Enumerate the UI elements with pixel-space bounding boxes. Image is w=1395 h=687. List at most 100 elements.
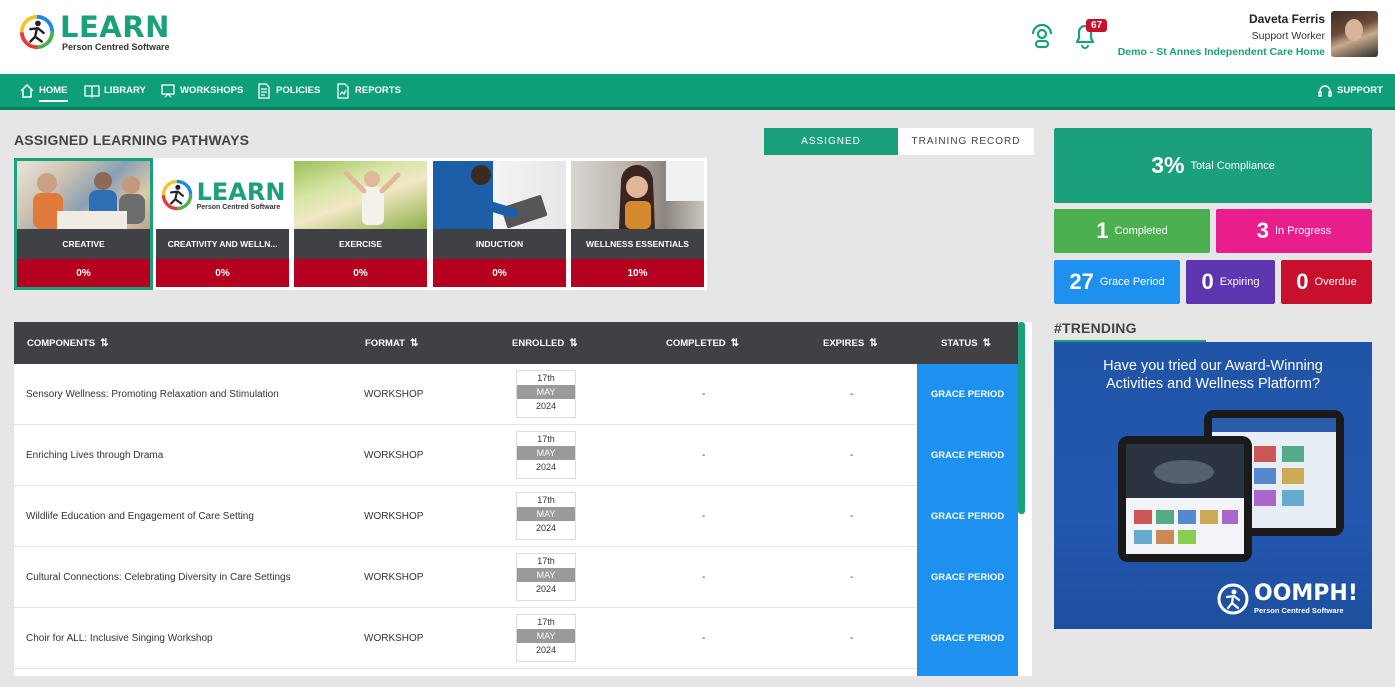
component-format: WORKSHOP xyxy=(364,450,424,461)
sort-icon: ⇅ xyxy=(100,337,109,349)
card-logo-title: LEARN xyxy=(196,177,286,206)
tablet-mockup-image xyxy=(1118,410,1344,562)
in-progress-tile[interactable]: 3 In Progress xyxy=(1216,209,1372,253)
component-name[interactable]: Wildlife Education and Engagement of Car… xyxy=(26,486,254,547)
sort-icon: ⇅ xyxy=(569,337,578,349)
expiring-tile[interactable]: 0 Expiring xyxy=(1186,260,1275,304)
pathway-cards: CREATIVE 0% LEARN Person Centred Softwar… xyxy=(14,158,707,290)
tab-assigned[interactable]: ASSIGNED xyxy=(764,128,898,155)
th-completed[interactable]: COMPLETED ⇅ xyxy=(666,322,739,364)
presentation-icon xyxy=(161,83,175,97)
overdue-tile[interactable]: 0 Overdue xyxy=(1281,260,1372,304)
completed-value: - xyxy=(702,633,706,644)
expiring-label: Expiring xyxy=(1219,276,1260,288)
trending-title: #TRENDING xyxy=(1054,320,1137,336)
status-badge: GRACE PERIOD xyxy=(917,425,1018,486)
expires-value: - xyxy=(850,511,854,522)
notification-badge[interactable]: 67 xyxy=(1086,19,1108,32)
sort-icon: ⇅ xyxy=(869,337,878,349)
oomph-promo-banner[interactable]: Have you tried our Award-Winning Activit… xyxy=(1054,342,1372,629)
support-agent-icon[interactable] xyxy=(1028,20,1056,50)
view-toggle: ASSIGNED TRAINING RECORD xyxy=(764,128,1034,155)
status-badge: GRACE PERIOD xyxy=(917,364,1018,425)
policy-document-icon xyxy=(258,82,270,99)
pathway-card-creativity-wellness[interactable]: LEARN Person Centred Software CREATIVITY… xyxy=(156,161,289,287)
book-icon xyxy=(84,84,100,98)
pathway-card-wellness-essentials[interactable]: WELLNESS ESSENTIALS 10% xyxy=(571,161,704,287)
th-status[interactable]: STATUS ⇅ xyxy=(941,322,991,364)
overdue-label: Overdue xyxy=(1314,276,1357,288)
sort-icon: ⇅ xyxy=(409,337,419,349)
user-name: Daveta Ferris xyxy=(1248,12,1325,26)
logo-subtitle: Person Centred Software xyxy=(62,42,170,52)
grace-period-tile[interactable]: 27 Grace Period xyxy=(1054,260,1180,304)
oomph-brand: OOMPH! xyxy=(1254,581,1358,606)
completed-value: 1 xyxy=(1096,218,1109,243)
headset-icon xyxy=(1318,84,1332,97)
pathway-label: CREATIVITY AND WELLN... xyxy=(156,229,289,259)
nav-home-label: HOME xyxy=(39,85,68,96)
nav-reports[interactable]: REPORTS xyxy=(335,74,401,107)
learn-logo[interactable]: LEARN Person Centred Software xyxy=(18,12,170,52)
pathway-image-creative xyxy=(17,161,150,229)
pathway-image-induction xyxy=(433,161,566,229)
pathway-image-wellness xyxy=(571,161,704,229)
completed-value: - xyxy=(702,389,706,400)
oomph-subtitle: Person Centred Software xyxy=(1254,606,1344,615)
table-scrollbar[interactable] xyxy=(1018,322,1025,514)
component-format: WORKSHOP xyxy=(364,633,424,644)
nav-policies[interactable]: POLICIES xyxy=(256,74,320,107)
completed-value: - xyxy=(702,572,706,583)
avatar[interactable] xyxy=(1331,11,1378,57)
table-row[interactable]: Enriching Lives through Drama WORKSHOP 1… xyxy=(14,425,1018,486)
nav-workshops[interactable]: WORKSHOPS xyxy=(160,74,243,107)
oomph-logo-icon xyxy=(1217,583,1249,615)
table-row[interactable]: Cultural Connections: Celebrating Divers… xyxy=(14,547,1018,608)
learn-logo-icon xyxy=(161,179,192,211)
enrolled-date: 17th MAY 2024 xyxy=(516,431,576,479)
expires-value: - xyxy=(850,633,854,644)
table-row[interactable]: Sensory Wellness: Promoting Relaxation a… xyxy=(14,364,1018,425)
nav-library[interactable]: LIBRARY xyxy=(84,74,146,107)
pathway-progress: 0% xyxy=(433,259,566,287)
th-format[interactable]: FORMAT ⇅ xyxy=(365,322,418,364)
pathway-progress: 0% xyxy=(17,259,150,287)
component-name[interactable]: Cultural Connections: Celebrating Divers… xyxy=(26,547,291,608)
component-name[interactable]: Enriching Lives through Drama xyxy=(26,425,163,486)
completed-value: - xyxy=(702,511,706,522)
nav-home[interactable]: HOME xyxy=(19,74,68,107)
grace-period-label: Grace Period xyxy=(1099,276,1165,288)
component-name[interactable]: Choir for ALL: Inclusive Singing Worksho… xyxy=(26,608,213,669)
pathway-progress: 10% xyxy=(571,259,704,287)
oomph-logo: OOMPH! Person Centred Software xyxy=(1216,582,1358,616)
pathway-card-induction[interactable]: INDUCTION 0% xyxy=(433,161,566,287)
enrolled-date: 17th MAY 2024 xyxy=(516,553,576,601)
th-enrolled[interactable]: ENROLLED ⇅ xyxy=(512,322,578,364)
user-care-home: Demo - St Annes Independent Care Home xyxy=(1117,46,1325,58)
pathway-label: CREATIVE xyxy=(17,229,150,259)
nav-support[interactable]: SUPPORT xyxy=(1317,74,1383,107)
enrolled-date: 17th MAY 2024 xyxy=(516,614,576,662)
expires-value: - xyxy=(850,389,854,400)
components-table: COMPONENTS ⇅ FORMAT ⇅ ENROLLED ⇅ COMPLETED ⇅… xyxy=(14,322,1032,676)
component-name[interactable]: Sensory Wellness: Promoting Relaxation a… xyxy=(26,364,279,425)
th-components[interactable]: COMPONENTS ⇅ xyxy=(27,322,108,364)
nav-workshops-label: WORKSHOPS xyxy=(180,85,244,96)
status-badge: GRACE PERIOD xyxy=(917,608,1018,669)
completed-tile[interactable]: 1 Completed xyxy=(1054,209,1210,253)
grace-period-value: 27 xyxy=(1069,269,1094,294)
tab-training-record[interactable]: TRAINING RECORD xyxy=(898,128,1034,155)
user-info[interactable]: Daveta Ferris Support Worker Demo - St A… xyxy=(1118,12,1325,58)
card-logo-subtitle: Person Centred Software xyxy=(196,203,281,211)
table-row[interactable]: Choir for ALL: Inclusive Singing Worksho… xyxy=(14,608,1018,669)
nav-support-label: SUPPORT xyxy=(1337,85,1383,96)
home-icon xyxy=(20,83,34,98)
component-format: WORKSHOP xyxy=(364,572,424,583)
table-row[interactable]: Wildlife Education and Engagement of Car… xyxy=(14,486,1018,547)
total-compliance-tile[interactable]: 3% Total Compliance xyxy=(1054,128,1372,203)
pathway-card-creative[interactable]: CREATIVE 0% xyxy=(14,158,153,290)
pathway-card-exercise[interactable]: EXERCISE 0% xyxy=(294,161,427,287)
pathway-progress: 0% xyxy=(294,259,427,287)
th-expires[interactable]: EXPIRES ⇅ xyxy=(823,322,878,364)
nav-library-label: LIBRARY xyxy=(104,85,146,96)
